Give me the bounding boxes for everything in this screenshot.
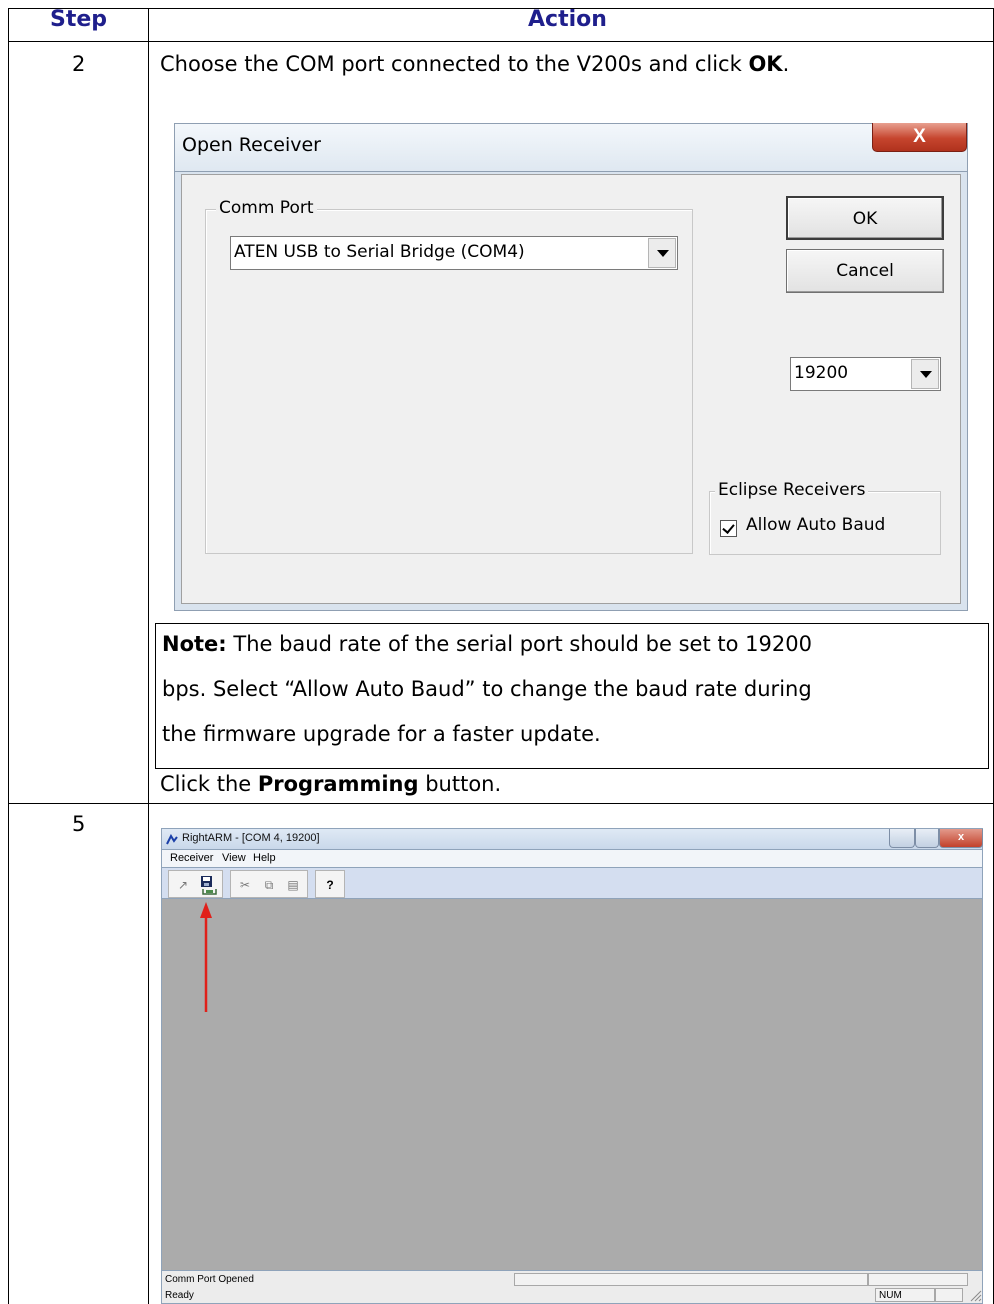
allow-auto-baud-label[interactable]: Allow Auto Baud bbox=[746, 515, 885, 535]
dialog-frame: Comm Port ATEN USB to Serial Bridge (COM… bbox=[174, 171, 968, 611]
step-number: 5 bbox=[72, 812, 86, 836]
menu-receiver[interactable]: Receiver bbox=[170, 852, 213, 864]
rightarm-title: RightARM - [COM 4, 19200] bbox=[182, 832, 320, 844]
menu-help[interactable]: Help bbox=[253, 852, 276, 864]
close-button[interactable]: X bbox=[872, 123, 967, 152]
ok-button[interactable]: OK bbox=[786, 196, 944, 240]
chevron-down-icon[interactable] bbox=[911, 359, 939, 389]
programming-icon[interactable] bbox=[198, 874, 220, 896]
note-line-1: Note: The baud rate of the serial port s… bbox=[162, 632, 812, 656]
table-header-divider bbox=[8, 41, 994, 42]
table-border-top bbox=[8, 8, 994, 9]
resize-grip-icon[interactable] bbox=[968, 1288, 982, 1302]
toolbar-group-help: ? bbox=[315, 870, 345, 898]
table-border-left bbox=[8, 8, 9, 1304]
toolbar-group-edit: ✂ ⧉ ▤ bbox=[230, 870, 308, 898]
rightarm-logo-icon bbox=[166, 834, 178, 845]
note-line-2: bps. Select “Allow Auto Baud” to change … bbox=[162, 677, 812, 701]
table-row-divider bbox=[8, 803, 994, 804]
note-label: Note: bbox=[162, 632, 227, 656]
instruction-table: Step Action 2 Choose the COM port connec… bbox=[0, 0, 994, 1304]
header-action: Action bbox=[528, 7, 607, 32]
rightarm-toolbar: ↗ ✂ ⧉ ▤ ? bbox=[161, 867, 983, 899]
status-pane bbox=[514, 1273, 868, 1286]
comm-port-group-label: Comm Port bbox=[216, 198, 317, 218]
minimize-button[interactable] bbox=[889, 829, 915, 848]
status-ready: Ready bbox=[165, 1290, 194, 1301]
maximize-button[interactable] bbox=[915, 829, 939, 848]
open-receiver-dialog: Open Receiver X Comm Port ATEN USB to Se… bbox=[174, 123, 968, 611]
rightarm-title-bar[interactable]: RightARM - [COM 4, 19200] x bbox=[161, 828, 983, 850]
comm-port-value: ATEN USB to Serial Bridge (COM4) bbox=[234, 242, 525, 262]
step-number: 2 bbox=[72, 52, 86, 76]
close-button[interactable]: x bbox=[939, 829, 983, 848]
help-icon[interactable]: ? bbox=[319, 874, 341, 896]
dialog-title-bar[interactable]: Open Receiver bbox=[174, 123, 968, 171]
baud-rate-value: 19200 bbox=[794, 363, 849, 383]
toolbar-group-file: ↗ bbox=[168, 870, 223, 898]
cancel-button[interactable]: Cancel bbox=[786, 249, 944, 293]
comm-port-select[interactable]: ATEN USB to Serial Bridge (COM4) bbox=[230, 236, 678, 270]
status-pane bbox=[868, 1273, 968, 1286]
table-column-divider bbox=[148, 8, 149, 1304]
note-box: Note: The baud rate of the serial port s… bbox=[155, 623, 989, 769]
num-indicator-label: NUM bbox=[879, 1290, 902, 1301]
header-step: Step bbox=[50, 7, 108, 32]
step-instruction: Click the Programming button. bbox=[160, 772, 502, 796]
baud-rate-select[interactable]: 19200 bbox=[790, 357, 941, 391]
dialog-client: Comm Port ATEN USB to Serial Bridge (COM… bbox=[181, 174, 961, 604]
rightarm-status-bar: Comm Port Opened Ready NUM bbox=[161, 1270, 983, 1304]
chevron-down-icon[interactable] bbox=[648, 238, 676, 268]
paste-icon[interactable]: ▤ bbox=[282, 874, 304, 896]
num-indicator: NUM bbox=[875, 1288, 935, 1302]
step-instruction: Choose the COM port connected to the V20… bbox=[160, 52, 790, 76]
dialog-title: Open Receiver bbox=[182, 134, 321, 156]
copy-icon[interactable]: ⧉ bbox=[258, 874, 280, 896]
status-pane bbox=[935, 1288, 963, 1302]
note-line-3: the firmware upgrade for a faster update… bbox=[162, 722, 601, 746]
eclipse-receivers-label: Eclipse Receivers bbox=[715, 480, 869, 500]
rightarm-workspace bbox=[161, 899, 983, 1270]
allow-auto-baud-checkbox[interactable] bbox=[720, 520, 737, 537]
rightarm-menu-bar: Receiver View Help bbox=[161, 850, 983, 867]
rightarm-window: RightARM - [COM 4, 19200] x Receiver Vie… bbox=[161, 828, 983, 1304]
connect-icon[interactable]: ↗ bbox=[172, 874, 194, 896]
status-message: Comm Port Opened bbox=[165, 1274, 254, 1285]
cut-icon[interactable]: ✂ bbox=[234, 874, 256, 896]
menu-view[interactable]: View bbox=[222, 852, 246, 864]
arrow-annotation-icon bbox=[200, 902, 212, 1012]
